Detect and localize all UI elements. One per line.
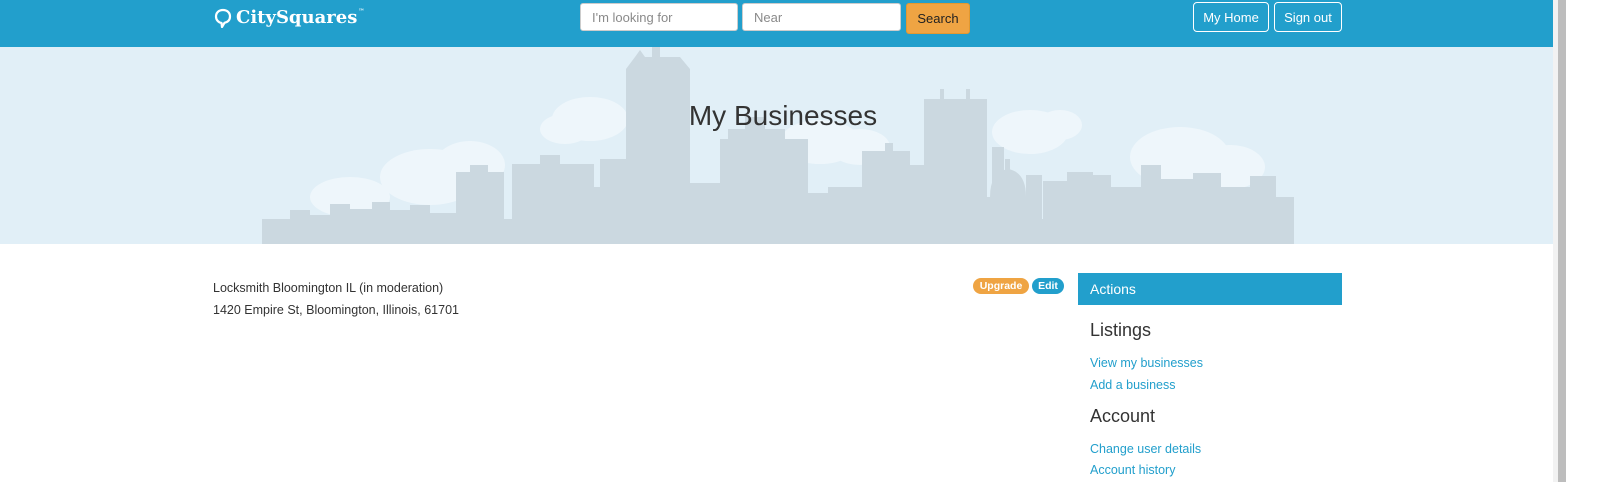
speech-bubble-icon — [214, 8, 232, 28]
logo-text: CitySquares™ — [236, 7, 365, 28]
page-margin — [1566, 0, 1599, 482]
upgrade-button[interactable]: Upgrade — [973, 278, 1029, 294]
change-user-details-link[interactable]: Change user details — [1090, 442, 1201, 456]
hero-banner: My Businesses — [0, 47, 1566, 244]
city-skyline-illustration — [262, 47, 1294, 244]
top-navbar: CitySquares™ Search My Home Sign out — [0, 0, 1566, 47]
search-what-input[interactable] — [580, 3, 738, 31]
account-heading: Account — [1090, 406, 1156, 426]
my-home-button[interactable]: My Home — [1193, 2, 1269, 32]
view-my-businesses-link[interactable]: View my businesses — [1090, 356, 1203, 370]
search-near-input[interactable] — [742, 3, 901, 31]
actions-panel-header: Actions — [1078, 273, 1342, 305]
business-address: 1420 Empire St, Bloomington, Illinois, 6… — [213, 303, 459, 317]
scrollbar-thumb[interactable] — [1558, 0, 1566, 482]
edit-button[interactable]: Edit — [1032, 278, 1064, 294]
search-button[interactable]: Search — [906, 3, 970, 34]
account-history-link[interactable]: Account history — [1090, 463, 1175, 477]
page-title: My Businesses — [688, 100, 878, 131]
listings-heading: Listings — [1090, 320, 1152, 340]
add-business-link[interactable]: Add a business — [1090, 378, 1175, 392]
business-name: Locksmith Bloomington IL (in moderation) — [213, 281, 444, 295]
sign-out-button[interactable]: Sign out — [1274, 2, 1342, 32]
citysquares-logo[interactable]: CitySquares™ — [214, 6, 364, 30]
